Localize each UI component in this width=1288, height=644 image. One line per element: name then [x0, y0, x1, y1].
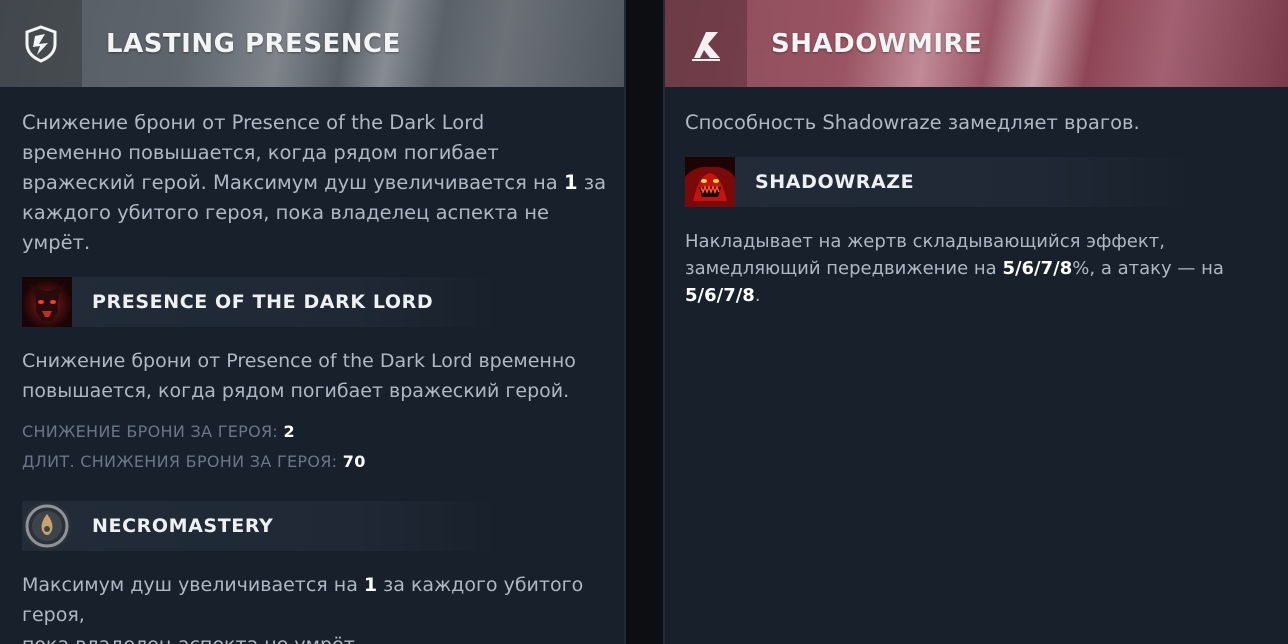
- shadowraze-icon: [685, 157, 735, 207]
- facet-header: SHADOWMIRE: [665, 0, 1288, 87]
- facet-title: LASTING PRESENCE: [106, 28, 401, 59]
- ability-row-presence[interactable]: PRESENCE OF THE DARK LORD: [22, 277, 502, 327]
- stat-armor-reduction: СНИЖЕНИЕ БРОНИ ЗА ГЕРОЯ: 2: [22, 422, 295, 441]
- ability-name: NECROMASTERY: [92, 515, 274, 537]
- stat-reduction-duration: ДЛИТ. СНИЖЕНИЯ БРОНИ ЗА ГЕРОЯ: 70: [22, 452, 366, 471]
- facet-description: Способность Shadowraze замедляет врагов.: [685, 111, 1140, 134]
- shield-shard-icon: [0, 0, 82, 87]
- ability-name: SHADOWRAZE: [755, 171, 915, 193]
- facet-header: LASTING PRESENCE: [0, 0, 624, 87]
- dark-lord-icon: [22, 277, 72, 327]
- ability-description: Накладывает на жертв складывающийся эффе…: [685, 231, 1224, 306]
- facet-description: Снижение брони от Presence of the Dark L…: [22, 111, 607, 254]
- ability-row-necromastery[interactable]: NECROMASTERY: [22, 501, 502, 551]
- ability-row-shadowraze[interactable]: SHADOWRAZE: [685, 157, 1195, 207]
- ability-description: Снижение брони от Presence of the Dark L…: [22, 350, 576, 402]
- ability-description: Максимум душ увеличивается на 1 за каждо…: [22, 574, 584, 644]
- facet-title: SHADOWMIRE: [771, 28, 983, 59]
- facet-card-lasting-presence: LASTING PRESENCE Снижение брони от Prese…: [0, 0, 626, 644]
- ability-name: PRESENCE OF THE DARK LORD: [92, 291, 434, 313]
- facet-card-shadowmire: SHADOWMIRE Способность Shadowraze замедл…: [663, 0, 1288, 644]
- shadowmire-icon: [665, 0, 747, 87]
- necromastery-icon: [22, 501, 72, 551]
